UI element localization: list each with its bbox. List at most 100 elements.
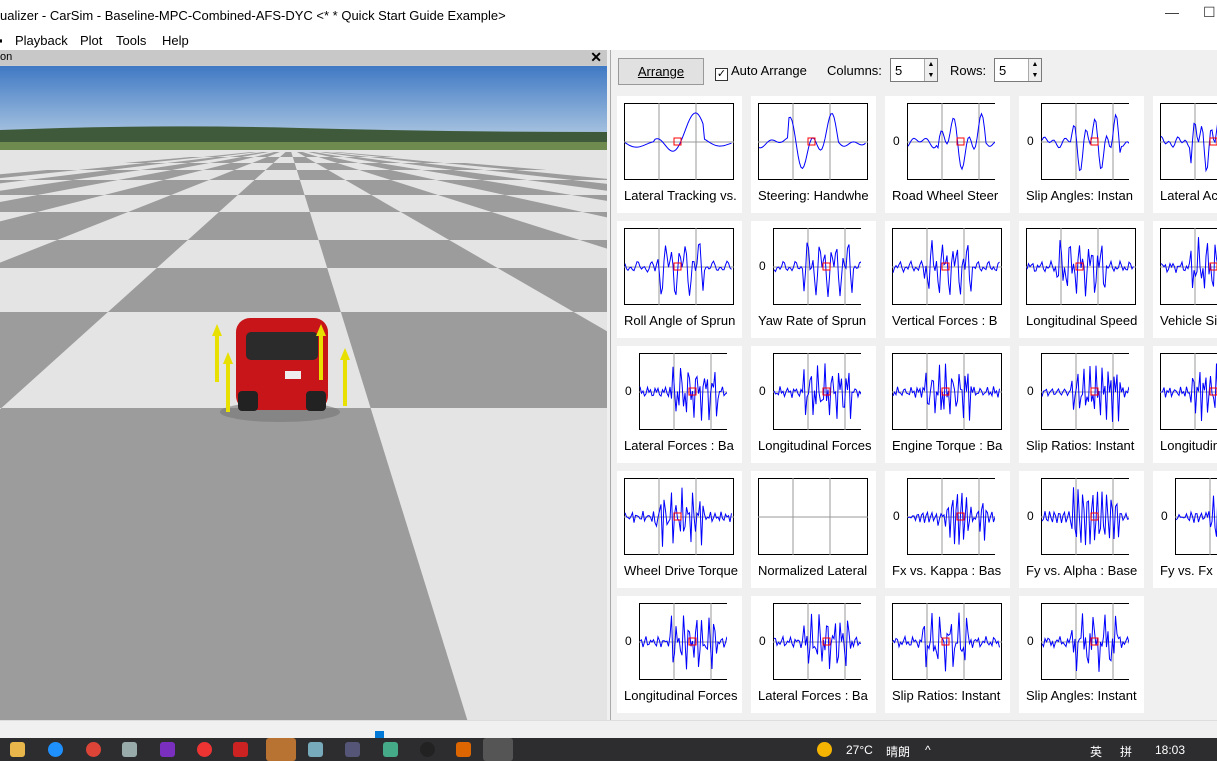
plot-chart bbox=[907, 103, 995, 180]
plot-tile[interactable]: Vehicle Si bbox=[1153, 221, 1217, 338]
window-title: ualizer - CarSim - Baseline-MPC-Combined… bbox=[0, 8, 506, 23]
plot-tile[interactable]: 0 Slip Angles: Instant bbox=[1019, 596, 1144, 713]
plot-title: Fy vs. Fx bbox=[1160, 563, 1213, 578]
tray-expand-icon[interactable]: ^ bbox=[925, 743, 931, 757]
maximize-button[interactable]: ☐ bbox=[1203, 4, 1216, 21]
columns-spinner[interactable]: 5 ▲ ▼ bbox=[890, 58, 938, 82]
menu-plot[interactable]: Plot bbox=[80, 33, 102, 48]
plot-chart bbox=[624, 228, 734, 305]
plot-tile[interactable]: Normalized Lateral bbox=[751, 471, 876, 588]
spin-up-icon[interactable]: ▲ bbox=[924, 59, 937, 70]
spin-down-icon[interactable]: ▼ bbox=[1028, 70, 1041, 81]
plot-tile[interactable]: 0 Longitudinal Forces bbox=[617, 596, 742, 713]
axis-zero-label: 0 bbox=[893, 509, 900, 523]
menu-tools[interactable]: Tools bbox=[116, 33, 146, 48]
axis-zero-label: 0 bbox=[625, 634, 632, 648]
plot-chart bbox=[892, 228, 1002, 305]
axis-zero-label: 0 bbox=[1027, 134, 1034, 148]
plot-title: Longitudinal Forces bbox=[624, 688, 738, 703]
ime-indicator[interactable]: 英 bbox=[1090, 743, 1102, 760]
plot-title: Yaw Rate of Sprun bbox=[758, 313, 867, 328]
plot-chart bbox=[1160, 103, 1217, 180]
plot-tile[interactable]: 0 Road Wheel Steer bbox=[885, 96, 1010, 213]
matlab-icon[interactable] bbox=[456, 742, 471, 757]
rows-value: 5 bbox=[999, 63, 1007, 78]
weather-icon bbox=[817, 742, 832, 757]
clock[interactable]: 18:03 bbox=[1155, 743, 1185, 757]
plot-tile[interactable]: Longitudinal Speed bbox=[1019, 221, 1144, 338]
chrome-icon[interactable] bbox=[86, 742, 101, 757]
wechat-icon[interactable] bbox=[266, 738, 296, 761]
globe-icon[interactable] bbox=[383, 742, 398, 757]
plot-title: Lateral Tracking vs. bbox=[624, 188, 737, 203]
carsim-icon[interactable] bbox=[345, 742, 360, 757]
plot-chart bbox=[758, 478, 868, 555]
plot-tile[interactable]: 0 Yaw Rate of Sprun bbox=[751, 221, 876, 338]
visualizer-taskbar-icon[interactable] bbox=[483, 738, 513, 761]
ie-icon[interactable] bbox=[48, 742, 63, 757]
time-slider[interactable] bbox=[0, 720, 1217, 739]
plot-chart bbox=[1041, 353, 1129, 430]
plot-tile[interactable]: Lateral Tracking vs. bbox=[617, 96, 742, 213]
ime-pinyin[interactable]: 拼 bbox=[1120, 743, 1132, 760]
spin-down-icon[interactable]: ▼ bbox=[924, 70, 937, 81]
plot-chart bbox=[1160, 353, 1217, 430]
plot-tile[interactable]: 0 Fx vs. Kappa : Bas bbox=[885, 471, 1010, 588]
minimize-button[interactable]: — bbox=[1165, 4, 1179, 20]
arrange-button[interactable]: Arrange bbox=[618, 58, 704, 85]
plot-title: Engine Torque : Ba bbox=[892, 438, 1003, 453]
auto-arrange-checkbox[interactable]: ✓ Auto Arrange bbox=[715, 63, 807, 81]
plot-tile[interactable]: Steering: Handwhe bbox=[751, 96, 876, 213]
qq-icon[interactable] bbox=[420, 742, 435, 757]
app2-icon[interactable] bbox=[308, 742, 323, 757]
plot-chart bbox=[1041, 478, 1129, 555]
plot-title: Slip Ratios: Instant bbox=[892, 688, 1001, 703]
menu-playback[interactable]: Playback bbox=[15, 33, 68, 48]
plot-tile[interactable]: Longitudin bbox=[1153, 346, 1217, 463]
plot-chart bbox=[1041, 103, 1129, 180]
plot-chart bbox=[624, 478, 734, 555]
pane-header: on ✕ bbox=[0, 49, 607, 66]
menu-help[interactable]: Help bbox=[162, 33, 189, 48]
plot-tile[interactable]: Slip Ratios: Instant bbox=[885, 596, 1010, 713]
spin-up-icon[interactable]: ▲ bbox=[1028, 59, 1041, 70]
onenote-icon[interactable] bbox=[160, 742, 175, 757]
plot-tile[interactable]: 0 Fy vs. Fx bbox=[1153, 471, 1217, 588]
plot-chart bbox=[639, 353, 727, 430]
axis-zero-label: 0 bbox=[893, 134, 900, 148]
plot-title: Longitudinal Forces bbox=[758, 438, 872, 453]
axis-zero-label: 0 bbox=[1027, 509, 1034, 523]
app-icon[interactable] bbox=[197, 742, 212, 757]
plot-tile[interactable]: 0 Longitudinal Forces bbox=[751, 346, 876, 463]
plot-title: Lateral Forces : Ba bbox=[758, 688, 868, 703]
plot-tile[interactable]: 0 Slip Ratios: Instant bbox=[1019, 346, 1144, 463]
close-pane-button[interactable]: ✕ bbox=[590, 49, 602, 66]
plot-tile[interactable]: Engine Torque : Ba bbox=[885, 346, 1010, 463]
plot-tile[interactable]: Wheel Drive Torque bbox=[617, 471, 742, 588]
plot-chart bbox=[1175, 478, 1217, 555]
file-explorer-icon[interactable] bbox=[10, 742, 25, 757]
auto-arrange-label: Auto Arrange bbox=[731, 63, 807, 78]
plot-chart bbox=[773, 603, 861, 680]
checkbox-checked-icon: ✓ bbox=[715, 68, 728, 81]
plot-tile[interactable]: Lateral Ac bbox=[1153, 96, 1217, 213]
plot-tile[interactable]: 0 Slip Angles: Instan bbox=[1019, 96, 1144, 213]
plot-tile[interactable]: Vertical Forces : B bbox=[885, 221, 1010, 338]
wps-icon[interactable] bbox=[233, 742, 248, 757]
taskbar: 27°C 晴朗 ^ 英 拼 18:03 bbox=[0, 738, 1217, 761]
animation-pane: on ✕ bbox=[0, 49, 607, 720]
plot-tile[interactable]: Roll Angle of Sprun bbox=[617, 221, 742, 338]
plot-tile[interactable]: 0 Fy vs. Alpha : Base bbox=[1019, 471, 1144, 588]
plot-tile[interactable]: 0 Lateral Forces : Ba bbox=[751, 596, 876, 713]
axis-zero-label: 0 bbox=[1161, 509, 1168, 523]
3d-scene-view[interactable] bbox=[0, 66, 607, 720]
plot-tile[interactable]: 0 Lateral Forces : Ba bbox=[617, 346, 742, 463]
columns-label: Columns: bbox=[827, 63, 882, 78]
rows-spinner[interactable]: 5 ▲ ▼ bbox=[994, 58, 1042, 82]
plot-chart bbox=[892, 603, 1002, 680]
plot-title: Longitudin bbox=[1160, 438, 1217, 453]
camera-icon[interactable] bbox=[122, 742, 137, 757]
pane-title: on bbox=[0, 51, 13, 63]
plot-title: Slip Angles: Instant bbox=[1026, 688, 1137, 703]
menu-partial[interactable]: ▪ bbox=[0, 33, 3, 48]
